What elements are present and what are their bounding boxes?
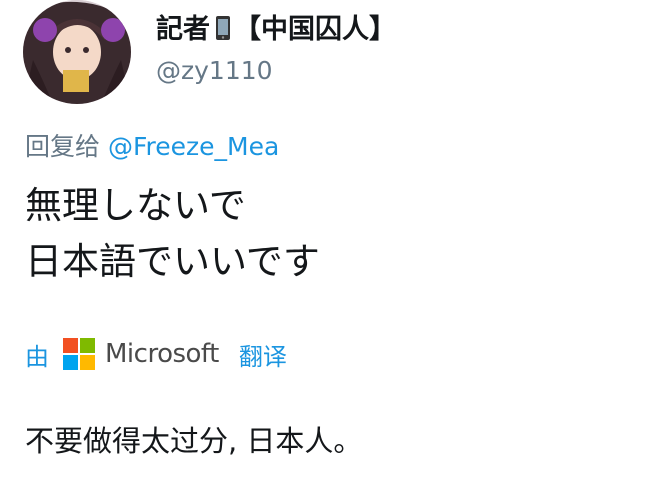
avatar-image <box>23 0 131 104</box>
phone-icon <box>215 13 231 40</box>
tweet-text: 無理しないで 日本語でいいです <box>25 184 320 283</box>
translate-link[interactable]: 翻译 <box>239 337 287 372</box>
reply-context: 回复给 @Freeze_Mea <box>25 130 279 164</box>
avatar[interactable] <box>23 0 131 104</box>
display-name-prefix: 記者 <box>156 14 210 45</box>
translated-text: 不要做得太过分, 日本人。 <box>25 424 363 458</box>
display-name-suffix: 【中国囚人】 <box>234 14 396 45</box>
user-handle[interactable]: @zy1110 <box>156 54 273 88</box>
translation-attribution: 由 Microsoft 翻译 <box>25 336 287 372</box>
reply-mention-link[interactable]: @Freeze_Mea <box>108 132 279 161</box>
translated-by-label: 由 <box>25 342 49 371</box>
display-name[interactable]: 記者 【中国囚人】 <box>156 10 396 50</box>
reply-prefix: 回复给 <box>25 132 101 161</box>
brand-name: Microsoft <box>105 339 219 369</box>
microsoft-logo-icon <box>63 338 95 370</box>
